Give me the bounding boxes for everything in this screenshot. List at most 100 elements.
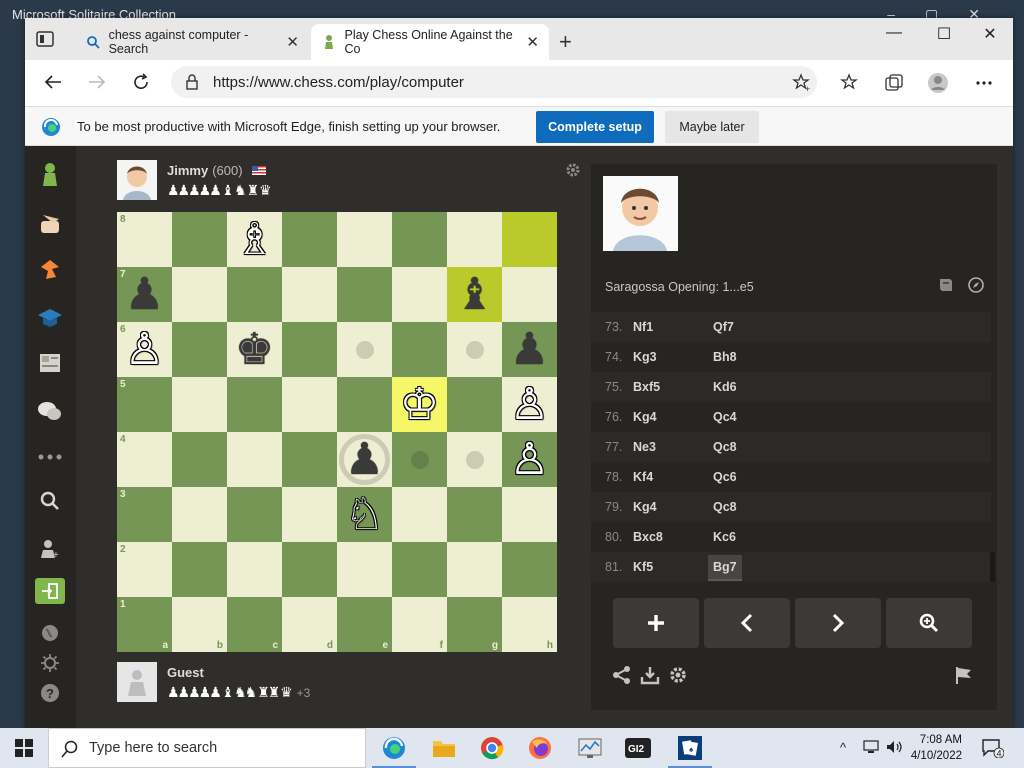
system-clock[interactable]: 7:08 AM 4/10/2022: [910, 732, 962, 764]
square-c7[interactable]: [227, 267, 282, 322]
square-d2[interactable]: [282, 542, 337, 597]
notifications-icon[interactable]: 4: [982, 738, 1005, 761]
square-g1[interactable]: g: [447, 597, 502, 652]
add-favorite-icon[interactable]: +: [791, 72, 813, 94]
move-hint-dot[interactable]: [355, 340, 374, 359]
chess-board[interactable]: 8 ♗ 7 ♟ ♝ 6 ♙ ♚ ♟ 5 ♔ ♙ 4 ♟ ♙ 3 ♘ 2 1 a b c d e f g h: [117, 212, 557, 652]
square-h2[interactable]: [502, 542, 557, 597]
move-list-scrollbar[interactable]: [990, 552, 995, 582]
white-pawn-piece[interactable]: ♙: [125, 327, 164, 372]
white-pawn-piece[interactable]: ♙: [510, 437, 549, 482]
square-d3[interactable]: [282, 487, 337, 542]
close-tab-icon[interactable]: ✕: [286, 33, 299, 51]
square-g8[interactable]: [447, 212, 502, 267]
square-b1[interactable]: b: [172, 597, 227, 652]
puzzles-icon[interactable]: [37, 256, 63, 282]
chess-logo-icon[interactable]: [37, 162, 63, 188]
square-f5[interactable]: ♔: [392, 377, 447, 432]
black-move[interactable]: Qc6: [713, 470, 737, 484]
close-window-icon[interactable]: ✕: [975, 24, 1005, 48]
black-move[interactable]: Qc4: [713, 410, 737, 424]
capture-hint-ring[interactable]: [339, 434, 390, 485]
square-a5[interactable]: 5: [117, 377, 172, 432]
square-h4[interactable]: ♙: [502, 432, 557, 487]
firefox-icon[interactable]: [526, 734, 554, 762]
square-b3[interactable]: [172, 487, 227, 542]
square-f2[interactable]: [392, 542, 447, 597]
square-g7[interactable]: ♝: [447, 267, 502, 322]
square-d4[interactable]: [282, 432, 337, 487]
square-a8[interactable]: 8: [117, 212, 172, 267]
black-pawn-piece[interactable]: ♟: [510, 327, 549, 372]
square-b4[interactable]: [172, 432, 227, 487]
windows-start-icon[interactable]: [14, 738, 34, 758]
news-icon[interactable]: [37, 350, 63, 376]
resign-flag-icon[interactable]: [953, 664, 975, 686]
move-hint-dot[interactable]: [465, 450, 484, 469]
white-move[interactable]: Ne3: [633, 440, 656, 454]
white-bishop-piece[interactable]: ♗: [235, 217, 274, 262]
settings-gear-icon[interactable]: [667, 664, 689, 686]
square-h1[interactable]: h: [502, 597, 557, 652]
square-f7[interactable]: [392, 267, 447, 322]
back-icon[interactable]: [39, 68, 67, 96]
white-move[interactable]: Kf5: [633, 560, 653, 574]
tab-actions-icon[interactable]: [35, 30, 55, 48]
forward-icon[interactable]: [83, 68, 111, 96]
social-icon[interactable]: [37, 398, 63, 424]
square-a7[interactable]: 7 ♟: [117, 267, 172, 322]
square-a1[interactable]: 1a: [117, 597, 172, 652]
square-b6[interactable]: [172, 322, 227, 377]
new-game-button[interactable]: [613, 598, 699, 648]
white-pawn-piece[interactable]: ♙: [510, 382, 549, 427]
tab-search[interactable]: chess against computer - Search ✕: [75, 24, 309, 60]
previous-move-button[interactable]: [704, 598, 790, 648]
square-e2[interactable]: [337, 542, 392, 597]
square-e5[interactable]: [337, 377, 392, 432]
tab-chess[interactable]: Play Chess Online Against the Co ✕: [311, 24, 549, 60]
black-move[interactable]: Kc6: [713, 530, 736, 544]
next-move-button[interactable]: [795, 598, 881, 648]
square-c2[interactable]: [227, 542, 282, 597]
black-move[interactable]: Qc8: [713, 500, 737, 514]
black-king-piece[interactable]: ♚: [235, 327, 274, 372]
square-g4[interactable]: [447, 432, 502, 487]
file-explorer-icon[interactable]: [430, 734, 458, 762]
square-b5[interactable]: [172, 377, 227, 432]
square-h6[interactable]: ♟: [502, 322, 557, 377]
square-e6[interactable]: [337, 322, 392, 377]
white-move[interactable]: Kg4: [633, 410, 657, 424]
square-e4[interactable]: ♟: [337, 432, 392, 487]
analysis-button[interactable]: [886, 598, 972, 648]
square-b2[interactable]: [172, 542, 227, 597]
square-h5[interactable]: ♙: [502, 377, 557, 432]
white-move[interactable]: Bxf5: [633, 380, 660, 394]
square-e8[interactable]: [337, 212, 392, 267]
square-a4[interactable]: 4: [117, 432, 172, 487]
learn-icon[interactable]: [37, 304, 63, 330]
close-tab-icon[interactable]: ✕: [526, 33, 539, 51]
square-c6[interactable]: ♚: [227, 322, 282, 377]
square-e1[interactable]: e: [337, 597, 392, 652]
complete-setup-button[interactable]: Complete setup: [536, 111, 654, 143]
square-f3[interactable]: [392, 487, 447, 542]
minimize-icon[interactable]: —: [879, 24, 909, 48]
square-c5[interactable]: [227, 377, 282, 432]
square-f1[interactable]: f: [392, 597, 447, 652]
show-hidden-icons-chevron[interactable]: ^: [840, 740, 846, 755]
square-g5[interactable]: [447, 377, 502, 432]
explorer-compass-icon[interactable]: [967, 276, 985, 294]
move-hint-dot[interactable]: [410, 450, 429, 469]
square-d8[interactable]: [282, 212, 337, 267]
board-settings-gear-icon[interactable]: [565, 162, 581, 183]
language-globe-icon[interactable]: [37, 620, 63, 646]
download-icon[interactable]: [639, 664, 661, 686]
square-d5[interactable]: [282, 377, 337, 432]
square-b8[interactable]: [172, 212, 227, 267]
search-icon[interactable]: [37, 488, 63, 514]
refresh-icon[interactable]: [127, 68, 155, 96]
chrome-icon[interactable]: [478, 734, 506, 762]
edge-taskbar-icon[interactable]: [372, 734, 416, 768]
help-icon[interactable]: ?: [37, 680, 63, 706]
square-h8[interactable]: [502, 212, 557, 267]
